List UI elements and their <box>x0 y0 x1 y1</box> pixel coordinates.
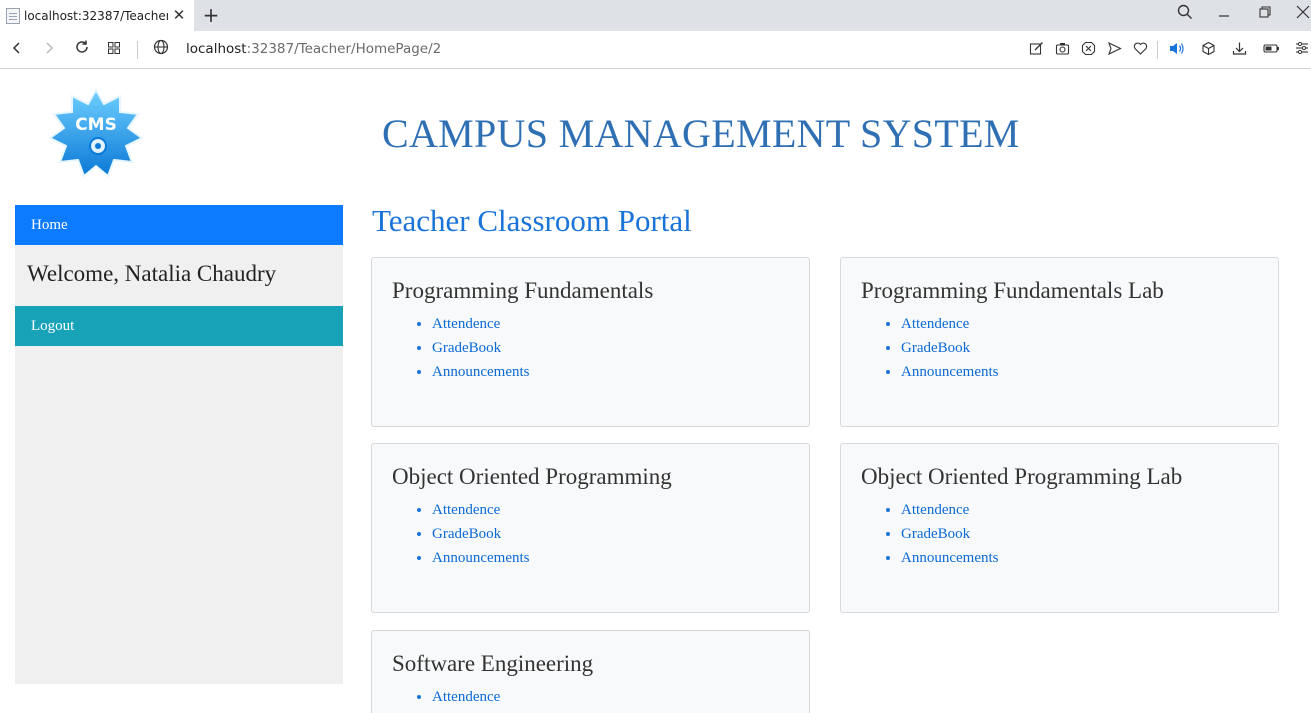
course-links: Attendence GradeBook Announcements <box>392 312 809 384</box>
course-links: Attendence GradeBook Announcements <box>392 498 809 570</box>
reload-icon[interactable] <box>71 39 93 61</box>
attendance-link[interactable]: Attendence <box>432 689 500 705</box>
list-item: Attendence <box>901 498 1278 522</box>
course-links: Attendence <box>392 685 809 709</box>
toolbar-divider <box>137 41 138 59</box>
logout-button[interactable]: Logout <box>15 306 343 346</box>
url-host: localhost <box>186 41 247 57</box>
course-card: Object Oriented Programming Lab Attenden… <box>840 443 1279 613</box>
course-title: Software Engineering <box>392 651 594 676</box>
announcements-link[interactable]: Announcements <box>901 550 998 566</box>
site-title: CAMPUS MANAGEMENT SYSTEM <box>382 111 1020 156</box>
course-title: Programming Fundamentals <box>392 278 654 303</box>
back-arrow-icon[interactable] <box>6 39 28 61</box>
close-tab-icon[interactable]: ✕ <box>171 7 187 23</box>
list-item: Attendence <box>901 312 1278 336</box>
new-tab-icon[interactable]: + <box>200 4 222 26</box>
attendance-link[interactable]: Attendence <box>901 502 969 518</box>
list-item: Announcements <box>432 360 809 384</box>
course-links: Attendence GradeBook Announcements <box>861 312 1278 384</box>
course-card: Software Engineering Attendence <box>371 630 810 713</box>
sidebar-item-home[interactable]: Home <box>15 205 343 245</box>
cms-logo: CMS <box>48 87 144 180</box>
toolbar-divider <box>1157 41 1158 59</box>
list-item: Attendence <box>432 685 809 709</box>
edit-icon[interactable] <box>1027 41 1045 59</box>
tab-grid-icon[interactable] <box>103 39 125 61</box>
announcements-link[interactable]: Announcements <box>432 364 529 380</box>
gradebook-link[interactable]: GradeBook <box>432 526 501 542</box>
url-field[interactable]: localhost:32387/Teacher/HomePage/2 <box>186 41 441 57</box>
send-icon[interactable] <box>1105 41 1123 59</box>
list-item: Announcements <box>901 360 1278 384</box>
list-item: Attendence <box>432 312 809 336</box>
minimize-window-icon[interactable] <box>1213 4 1235 26</box>
attendance-link[interactable]: Attendence <box>901 316 969 332</box>
tab-title: localhost:32387/Teacher/H <box>24 8 168 23</box>
course-title: Programming Fundamentals Lab <box>861 278 1164 303</box>
sidebar: Home Welcome, Natalia Chaudry Logout <box>15 205 343 684</box>
search-tabs-icon[interactable] <box>1174 4 1196 26</box>
browser-tab-strip: localhost:32387/Teacher/H ✕ + <box>0 0 1311 31</box>
forward-arrow-icon[interactable] <box>38 39 60 61</box>
page-favicon-icon <box>6 7 20 24</box>
attendance-link[interactable]: Attendence <box>432 502 500 518</box>
restore-window-icon[interactable] <box>1254 4 1276 26</box>
course-card: Programming Fundamentals Lab Attendence … <box>840 257 1279 427</box>
address-bar: localhost:32387/Teacher/HomePage/2 <box>0 31 1311 69</box>
browser-tab[interactable]: localhost:32387/Teacher/H ✕ <box>0 0 194 31</box>
list-item: GradeBook <box>432 522 809 546</box>
list-item: GradeBook <box>901 522 1278 546</box>
block-icon[interactable] <box>1079 41 1097 59</box>
course-title: Object Oriented Programming Lab <box>861 464 1183 489</box>
list-item: GradeBook <box>901 336 1278 360</box>
course-card: Programming Fundamentals Attendence Grad… <box>371 257 810 427</box>
logo-text: CMS <box>75 115 117 135</box>
menu-settings-icon[interactable] <box>1293 41 1311 59</box>
welcome-message: Welcome, Natalia Chaudry <box>27 261 277 286</box>
gradebook-link[interactable]: GradeBook <box>432 340 501 356</box>
announcements-link[interactable]: Announcements <box>901 364 998 380</box>
course-links: Attendence GradeBook Announcements <box>861 498 1278 570</box>
download-icon[interactable] <box>1230 41 1248 59</box>
list-item: Announcements <box>432 546 809 570</box>
course-title: Object Oriented Programming <box>392 464 672 489</box>
heart-icon[interactable] <box>1131 41 1149 59</box>
list-item: GradeBook <box>432 336 809 360</box>
gradebook-link[interactable]: GradeBook <box>901 340 970 356</box>
speaker-icon[interactable] <box>1168 41 1186 59</box>
close-window-icon[interactable] <box>1292 4 1311 26</box>
url-path: :32387/Teacher/HomePage/2 <box>246 41 442 57</box>
battery-icon[interactable] <box>1262 41 1280 59</box>
list-item: Attendence <box>432 498 809 522</box>
attendance-link[interactable]: Attendence <box>432 316 500 332</box>
gradebook-link[interactable]: GradeBook <box>901 526 970 542</box>
cube-icon[interactable] <box>1199 41 1217 59</box>
globe-icon[interactable] <box>150 39 172 61</box>
announcements-link[interactable]: Announcements <box>432 550 529 566</box>
camera-icon[interactable] <box>1053 41 1071 59</box>
course-card: Object Oriented Programming Attendence G… <box>371 443 810 613</box>
list-item: Announcements <box>901 546 1278 570</box>
portal-title: Teacher Classroom Portal <box>372 203 692 238</box>
